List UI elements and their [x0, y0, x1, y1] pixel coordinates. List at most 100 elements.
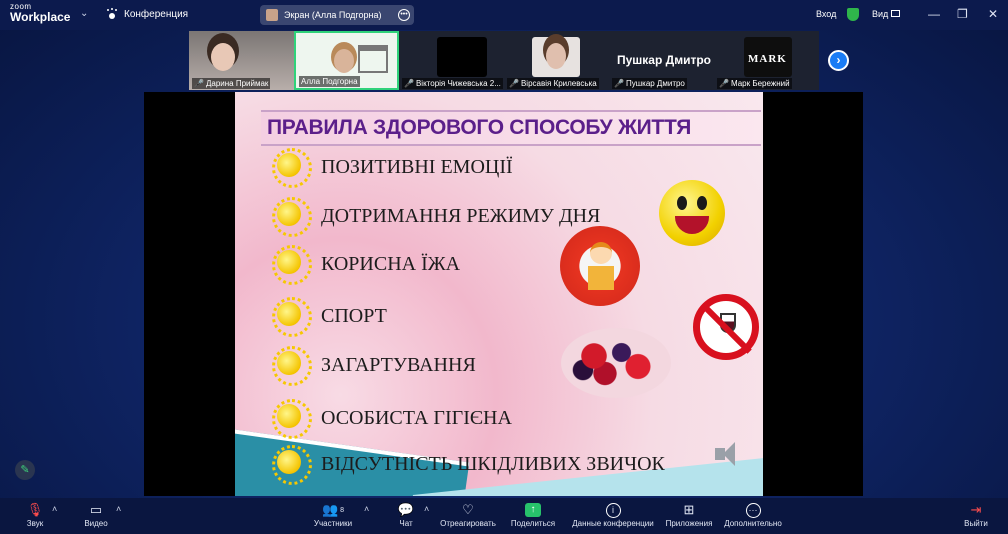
participant-name: 🎤 Вікторія Чижевська 2... [402, 78, 503, 89]
more-button[interactable]: ··· Дополнительно [722, 501, 784, 528]
audio-button[interactable]: 🎙 Звук [24, 501, 46, 528]
participant-strip: 🎤 Дарина Приймак Алла Подгорна 🎤 Вікторія … [189, 31, 819, 90]
view-button[interactable]: Вид [872, 9, 888, 19]
participant-video [437, 37, 487, 77]
rule-text: КОРИСНА ЇЖА [321, 253, 461, 275]
smiley-eye [677, 196, 687, 210]
shared-screen: ПРАВИЛА ЗДОРОВОГО СПОСОБУ ЖИТТЯ ПОЗИТИВН… [144, 92, 863, 496]
annotate-pen-icon[interactable]: ✎ [15, 460, 35, 480]
rule-text: ЗАГАРТУВАННЯ [321, 354, 476, 376]
participant-name-text: Вірсавія Крилевська [520, 79, 597, 88]
rule-item: ПОЗИТИВНІ ЕМОЦІЇ [269, 143, 749, 189]
chat-options-caret[interactable]: ˄ [424, 504, 429, 514]
participant-name-text: Алла Подгорна [301, 77, 358, 86]
healthy-food-kid-icon [560, 226, 640, 306]
sun-icon [269, 145, 312, 188]
chat-button[interactable]: 💬 Чат [396, 501, 416, 528]
participant-name: 🎤 Дарина Приймак [192, 78, 271, 89]
chat-icon: 💬 [397, 502, 415, 517]
screen-share-label: Экран (Алла Подгорна) [284, 10, 382, 20]
more-icon[interactable]: ••• [398, 9, 410, 21]
rule-text: ДОТРИМАННЯ РЕЖИМУ ДНЯ [321, 205, 601, 227]
more-icon: ··· [745, 502, 761, 518]
participant-tile-active[interactable]: Алла Подгорна [294, 31, 399, 90]
prohibition-bar [702, 304, 752, 354]
participant-tile[interactable]: 🎤 Вікторія Чижевська 2... [399, 31, 504, 90]
close-icon[interactable]: ✕ [988, 7, 998, 21]
participants-button[interactable]: 👥 8 Участники [312, 501, 354, 528]
logo-bottom: Workplace [10, 10, 71, 24]
participant-face [546, 43, 566, 69]
participant-name-text: Пушкар Дмитро [625, 79, 685, 88]
avatar [266, 9, 278, 21]
video-camera-icon: ▭ [89, 502, 103, 517]
rule-item: СПОРТ [269, 292, 749, 338]
participant-name-text: Вікторія Чижевська 2... [415, 79, 501, 88]
react-button[interactable]: ♡ Отреагировать [440, 501, 496, 528]
info-icon: i [605, 502, 621, 518]
no-alcohol-icon [693, 294, 759, 360]
participant-name: Алла Подгорна [299, 76, 360, 87]
more-label: Дополнительно [724, 519, 782, 528]
react-label: Отреагировать [440, 519, 496, 528]
mic-off-icon: 🎤 [404, 79, 414, 88]
presentation-slide: ПРАВИЛА ЗДОРОВОГО СПОСОБУ ЖИТТЯ ПОЗИТИВН… [235, 92, 763, 496]
participant-tile[interactable]: 🎤 Вірсавія Крилевська [504, 31, 609, 90]
smiley-mouth [675, 216, 709, 234]
rule-text: ПОЗИТИВНІ ЕМОЦІЇ [321, 156, 513, 178]
kid-head [590, 242, 612, 264]
share-label: Поделиться [510, 519, 556, 528]
participant-tile[interactable]: MARK 🎤 Марк Бережний [714, 31, 819, 90]
berries-image [561, 328, 671, 398]
mic-off-icon: 🎤 [509, 79, 519, 88]
sun-icon [269, 194, 312, 237]
participant-display-name: MARK [748, 53, 787, 65]
participant-video [211, 43, 235, 71]
sun-icon [269, 242, 312, 285]
sun-icon [269, 442, 312, 485]
rule-item: ВІДСУТНІСТЬ ШКІДЛИВИХ ЗВИЧОК [269, 440, 749, 486]
apps-icon: ⊞ [683, 502, 695, 517]
audio-options-caret[interactable]: ˄ [52, 504, 57, 514]
leave-button[interactable]: ⇥ Выйти [964, 501, 988, 528]
rule-text: СПОРТ [321, 305, 387, 327]
leave-icon: ⇥ [970, 502, 982, 517]
next-page-button[interactable]: › [828, 50, 849, 71]
chevron-down-icon[interactable]: ⌄ [80, 8, 88, 19]
rule-item: КОРИСНА ЇЖА [269, 240, 749, 286]
meeting-info-label: Данные конференции [572, 519, 654, 528]
shield-icon[interactable] [847, 8, 859, 21]
restore-icon[interactable]: ❐ [957, 7, 968, 21]
video-options-caret[interactable]: ˄ [116, 504, 121, 514]
meeting-info-button[interactable]: i Данные конференции [570, 501, 656, 528]
apps-button[interactable]: ⊞ Приложения [663, 501, 715, 528]
participant-tile[interactable]: 🎤 Дарина Приймак [189, 31, 294, 90]
leave-label: Выйти [964, 519, 988, 528]
smiley-icon [659, 180, 725, 246]
view-grid-icon[interactable] [891, 10, 900, 17]
title-bar: zoom Workplace ⌄ Конференция Экран (Алла… [0, 0, 1008, 30]
participant-tile[interactable]: Пушкар Дмитро 🎤 Пушкар Дмитро [609, 31, 714, 90]
kid-body [588, 266, 614, 290]
audio-label: Звук [26, 519, 44, 528]
participants-options-caret[interactable]: ˄ [364, 504, 369, 514]
app-logo: zoom Workplace [10, 3, 71, 24]
participants-count: 8 [340, 506, 345, 514]
slide-title: ПРАВИЛА ЗДОРОВОГО СПОСОБУ ЖИТТЯ [261, 110, 761, 146]
sun-icon [269, 294, 312, 337]
participant-name-text: Марк Бережний [730, 79, 790, 88]
login-button[interactable]: Вход [816, 9, 836, 19]
chat-label: Чат [399, 519, 413, 528]
rule-item: ОСОБИСТА ГІГІЄНА [269, 394, 749, 440]
conference-label: Конференция [124, 8, 189, 20]
rule-text: ВІДСУТНІСТЬ ШКІДЛИВИХ ЗВИЧОК [321, 453, 665, 475]
video-button[interactable]: ▭ Видео [82, 501, 110, 528]
screen-share-pill[interactable]: Экран (Алла Подгорна) ••• [260, 5, 414, 25]
share-button[interactable]: ↑ Поделиться [510, 501, 556, 528]
speaker-icon[interactable] [715, 440, 749, 468]
sun-icon [269, 343, 312, 386]
paw-icon [106, 8, 118, 20]
minimize-icon[interactable]: — [928, 7, 940, 21]
conference-tab[interactable]: Конференция [106, 8, 188, 20]
share-screen-icon: ↑ [525, 503, 541, 517]
